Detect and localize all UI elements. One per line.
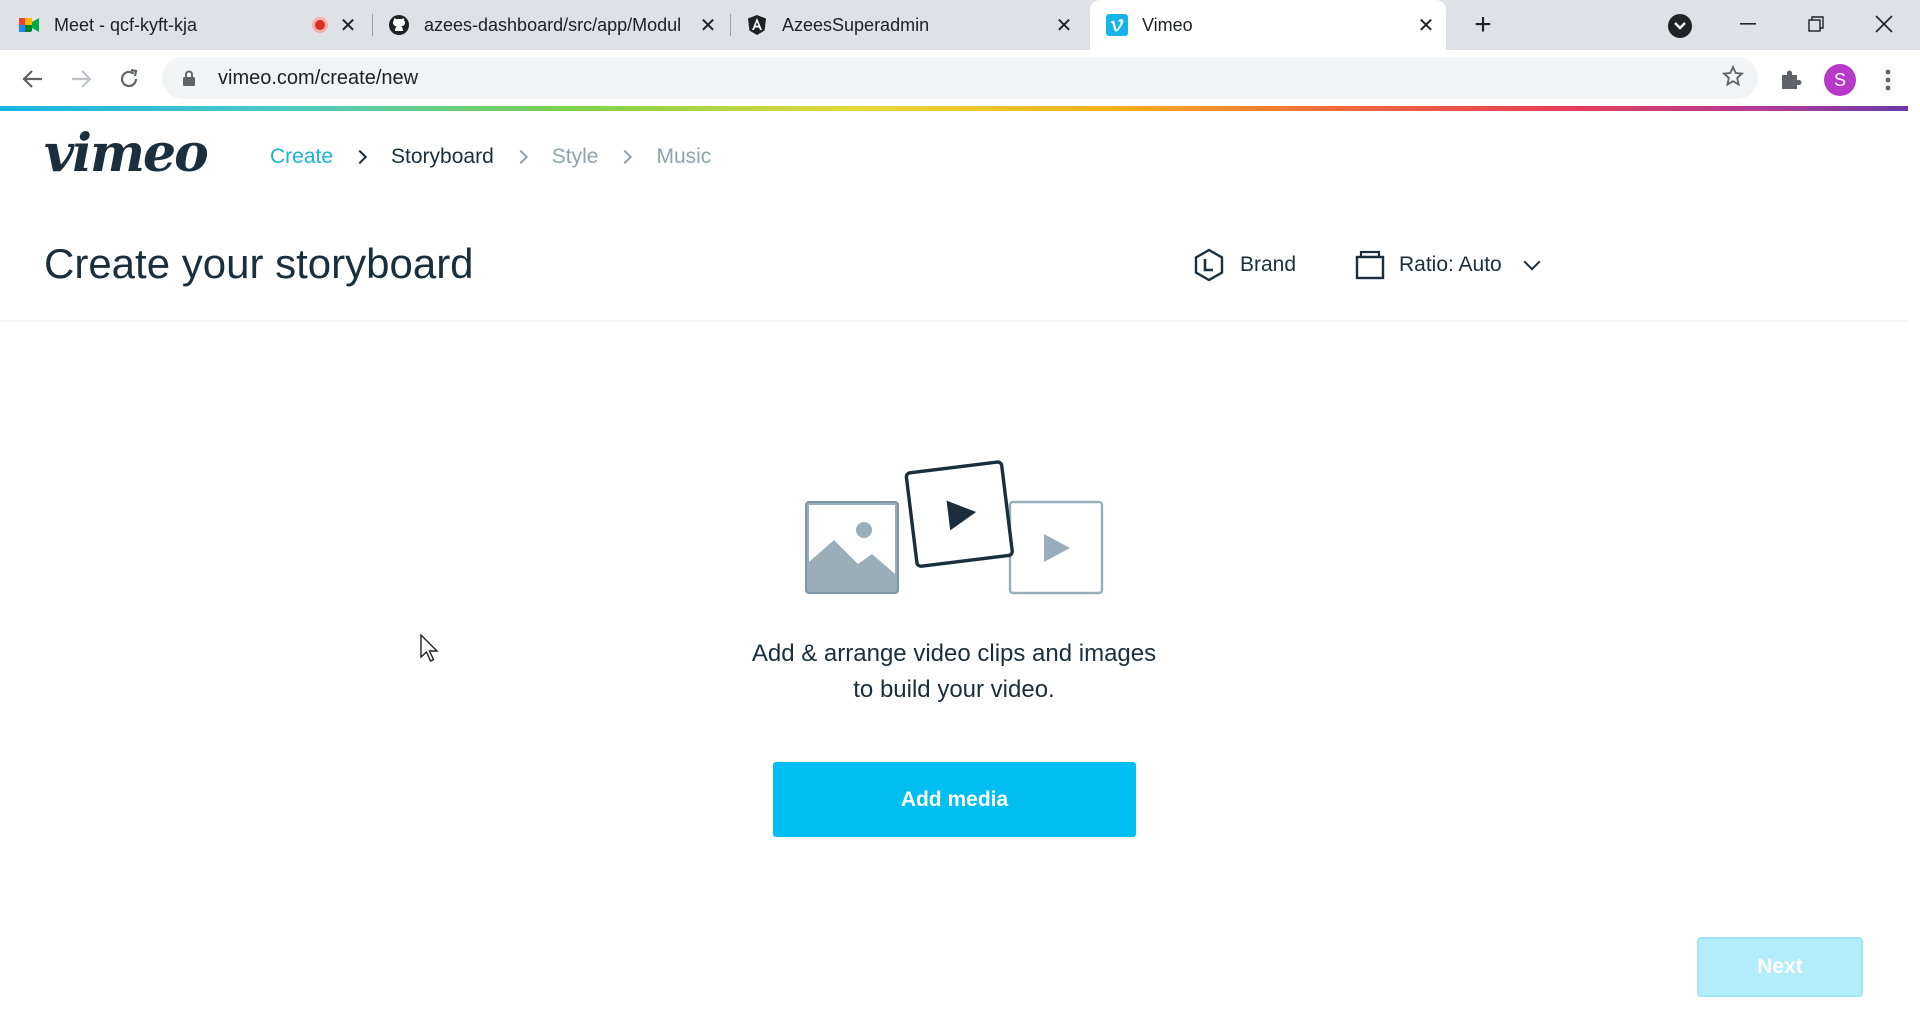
- ratio-dropdown[interactable]: Ratio: Auto: [1355, 248, 1541, 282]
- more-vert-icon: [1885, 69, 1891, 91]
- lock-icon: [182, 70, 196, 86]
- tab-github[interactable]: azees-dashboard/src/app/Modul ✕: [388, 0, 720, 50]
- brand-button[interactable]: Brand: [1192, 248, 1296, 282]
- back-button[interactable]: [16, 62, 50, 96]
- tab-angular[interactable]: AzeesSuperadmin ✕: [746, 0, 1076, 50]
- next-button[interactable]: Next: [1697, 937, 1863, 997]
- step-music: Music: [656, 145, 712, 168]
- breadcrumb: Create Storyboard Style Music: [270, 142, 711, 172]
- github-icon: [388, 14, 410, 36]
- recording-icon: [312, 17, 328, 33]
- arrow-left-icon: [22, 70, 42, 88]
- step-style: Style: [551, 145, 599, 168]
- url-text: vimeo.com/create/new: [218, 66, 419, 89]
- vimeo-logo[interactable]: vimeo: [44, 126, 209, 182]
- ratio-label: Ratio: Auto: [1399, 253, 1502, 276]
- aspect-ratio-icon: [1355, 250, 1385, 280]
- tab-separator: [730, 14, 731, 36]
- page-title: Create your storyboard: [44, 240, 474, 287]
- close-icon[interactable]: ✕: [1414, 13, 1438, 37]
- arrow-right-icon: [72, 70, 92, 88]
- add-media-button[interactable]: Add media: [773, 762, 1136, 837]
- google-meet-icon: [18, 14, 40, 36]
- image-placeholder-icon: [805, 501, 899, 594]
- media-illustration: [800, 458, 1106, 598]
- video-placeholder-icon-back: [1008, 500, 1104, 595]
- tab-title: AzeesSuperadmin: [782, 14, 930, 35]
- tab-title: Vimeo: [1142, 14, 1193, 35]
- chevron-down-icon: [1523, 253, 1541, 271]
- tab-title: azees-dashboard/src/app/Modul: [424, 14, 682, 35]
- bookmark-star-icon[interactable]: [1721, 64, 1745, 94]
- puzzle-icon: [1782, 70, 1802, 89]
- chevron-right-icon: [618, 149, 633, 165]
- browser-menu-button[interactable]: [1874, 62, 1902, 98]
- close-icon[interactable]: ✕: [336, 13, 360, 37]
- forward-button[interactable]: [64, 62, 98, 96]
- browser-tabstrip: Meet - qcf-kyft-kja ✕ azees-dashboard/sr…: [0, 0, 1920, 50]
- tab-separator: [372, 14, 373, 36]
- empty-state-line-2: to build your video.: [853, 676, 1055, 703]
- tab-title: Meet - qcf-kyft-kja: [54, 14, 198, 35]
- progress-rainbow-bar: [0, 106, 1908, 111]
- reload-icon: [120, 68, 138, 88]
- minimize-button[interactable]: [1728, 4, 1768, 44]
- window-close-button[interactable]: [1864, 4, 1904, 44]
- chevron-down-icon: [1674, 22, 1686, 30]
- browser-toolbar: vimeo.com/create/new S: [0, 50, 1920, 106]
- close-icon[interactable]: ✕: [1052, 13, 1076, 37]
- empty-state-message: Add & arrange video clips and images to …: [660, 636, 1248, 708]
- vimeo-icon: [1106, 14, 1128, 36]
- profile-avatar[interactable]: S: [1824, 64, 1856, 96]
- address-bar[interactable]: vimeo.com/create/new: [162, 57, 1758, 99]
- empty-state-line-1: Add & arrange video clips and images: [751, 640, 1157, 667]
- angular-icon: [746, 14, 768, 36]
- brand-label: Brand: [1240, 253, 1297, 276]
- step-create[interactable]: Create: [270, 145, 333, 169]
- chevron-right-icon: [513, 149, 528, 165]
- step-storyboard: Storyboard: [391, 145, 494, 168]
- brand-kit-icon: [1192, 248, 1226, 282]
- mouse-cursor-icon: [420, 634, 439, 662]
- header-divider: [0, 320, 1908, 322]
- new-tab-button[interactable]: +: [1466, 8, 1500, 42]
- close-icon[interactable]: ✕: [696, 13, 720, 37]
- extensions-button[interactable]: [1776, 66, 1804, 94]
- chevron-right-icon: [352, 149, 368, 165]
- reload-button[interactable]: [112, 62, 146, 96]
- tab-meet[interactable]: Meet - qcf-kyft-kja ✕: [18, 0, 360, 50]
- tab-vimeo[interactable]: Vimeo ✕: [1090, 0, 1446, 50]
- tab-search-button[interactable]: [1668, 14, 1692, 38]
- restore-button[interactable]: [1796, 4, 1836, 44]
- video-play-icon: [904, 460, 1014, 568]
